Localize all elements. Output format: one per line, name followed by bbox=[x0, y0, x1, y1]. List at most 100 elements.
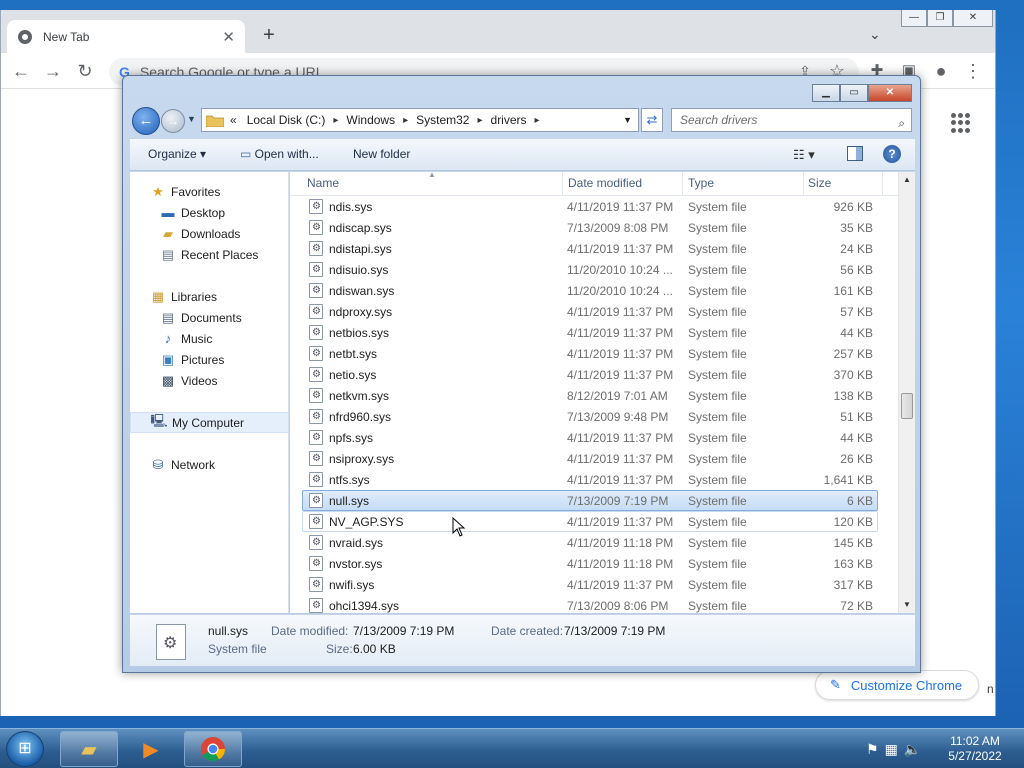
table-row[interactable]: ndiswan.sys 11/20/2010 10:24 ... System fi… bbox=[302, 280, 878, 301]
back-arrow-icon[interactable]: ← bbox=[9, 59, 33, 83]
action-center-icon[interactable]: ⚑ bbox=[866, 741, 885, 757]
nav-music[interactable]: ♪ Music bbox=[130, 328, 289, 349]
address-bar[interactable]: « Local Disk (C:) ▸ Windows ▸ System32 ▸… bbox=[201, 108, 639, 132]
explorer-close-button[interactable]: ✕ bbox=[868, 84, 912, 102]
search-icon[interactable]: ⌕ bbox=[898, 112, 905, 134]
table-row[interactable]: nwifi.sys 4/11/2019 11:37 PM System file 31… bbox=[302, 574, 878, 595]
file-type: System file bbox=[688, 200, 747, 214]
breadcrumb-separator-icon[interactable]: ▸ bbox=[403, 115, 408, 126]
table-row[interactable]: ndistapi.sys 4/11/2019 11:37 PM System fil… bbox=[302, 238, 878, 259]
breadcrumb-overflow[interactable]: « bbox=[230, 113, 237, 127]
details-size-label: Size: bbox=[326, 642, 353, 656]
breadcrumb-drivers[interactable]: drivers bbox=[491, 113, 527, 127]
new-folder-button[interactable]: New folder bbox=[353, 147, 410, 161]
chrome-menu-icon[interactable]: ⋮ bbox=[961, 59, 985, 83]
table-row[interactable]: ndisuio.sys 11/20/2010 10:24 ... System fi… bbox=[302, 259, 878, 280]
table-row[interactable]: netkvm.sys 8/12/2019 7:01 AM System file 13… bbox=[302, 385, 878, 406]
details-file-type: System file bbox=[208, 642, 267, 656]
table-row[interactable]: nvstor.sys 4/11/2019 11:18 PM System file 1… bbox=[302, 553, 878, 574]
taskbar-chrome-button[interactable] bbox=[184, 731, 242, 767]
reload-icon[interactable]: ↻ bbox=[73, 59, 97, 83]
chrome-minimize-button[interactable]: — bbox=[901, 10, 927, 27]
table-row[interactable]: netio.sys 4/11/2019 11:37 PM System file 37… bbox=[302, 364, 878, 385]
column-divider[interactable] bbox=[562, 172, 563, 196]
history-dropdown-icon[interactable]: ▼ bbox=[187, 114, 196, 124]
nav-libraries[interactable]: ▦ Libraries bbox=[130, 286, 289, 307]
column-divider[interactable] bbox=[803, 172, 804, 196]
breadcrumb-separator-icon[interactable]: ▸ bbox=[535, 115, 540, 126]
column-size[interactable]: Size bbox=[808, 176, 831, 190]
start-button[interactable]: ⊞ bbox=[6, 731, 44, 767]
table-row[interactable]: NV_AGP.SYS 4/11/2019 11:37 PM System file 1… bbox=[302, 511, 878, 532]
vertical-scrollbar[interactable]: ▲ ▼ bbox=[898, 172, 915, 613]
column-divider[interactable] bbox=[882, 172, 883, 196]
nav-documents[interactable]: ▤ Documents bbox=[130, 307, 289, 328]
refresh-button[interactable]: ⇄ bbox=[641, 108, 663, 132]
new-tab-button[interactable]: + bbox=[259, 24, 279, 48]
table-row[interactable]: netbt.sys 4/11/2019 11:37 PM System file 25… bbox=[302, 343, 878, 364]
table-row[interactable]: nsiproxy.sys 4/11/2019 11:37 PM System fil… bbox=[302, 448, 878, 469]
preview-pane-icon[interactable] bbox=[847, 146, 863, 161]
chrome-restore-button[interactable]: ❐ bbox=[927, 10, 953, 27]
table-row[interactable]: ndis.sys 4/11/2019 11:37 PM System file 926… bbox=[302, 196, 878, 217]
chrome-close-button[interactable]: ✕ bbox=[953, 10, 993, 27]
scroll-down-icon[interactable]: ▼ bbox=[899, 597, 915, 613]
organize-button[interactable]: Organize ▾ bbox=[148, 147, 206, 161]
table-row[interactable]: ohci1394.sys 7/13/2009 8:06 PM System file… bbox=[302, 595, 878, 613]
file-size: 57 KB bbox=[840, 305, 873, 319]
table-row[interactable]: null.sys 7/13/2009 7:19 PM System file 6 KB bbox=[302, 490, 878, 511]
explorer-maximize-button[interactable]: ▭ bbox=[840, 84, 868, 102]
network-status-icon[interactable]: ▦ bbox=[885, 741, 904, 757]
file-size: 35 KB bbox=[840, 221, 873, 235]
tab-title: New Tab bbox=[43, 29, 90, 44]
system-file-icon bbox=[309, 325, 323, 340]
tab-close-icon[interactable]: ✕ bbox=[222, 28, 235, 46]
table-row[interactable]: ndiscap.sys 7/13/2009 8:08 PM System file 3… bbox=[302, 217, 878, 238]
table-row[interactable]: netbios.sys 4/11/2019 11:37 PM System file… bbox=[302, 322, 878, 343]
explorer-window-controls: ▁ ▭ ✕ bbox=[812, 84, 912, 102]
profile-avatar-icon[interactable]: ● bbox=[929, 59, 953, 83]
system-file-icon bbox=[309, 346, 323, 361]
column-name[interactable]: Name bbox=[307, 176, 339, 190]
table-row[interactable]: nvraid.sys 4/11/2019 11:18 PM System file 1… bbox=[302, 532, 878, 553]
address-dropdown-icon[interactable]: ▼ bbox=[623, 115, 632, 125]
column-date-modified[interactable]: Date modified bbox=[568, 176, 642, 190]
taskbar-explorer-button[interactable]: ▰ bbox=[60, 731, 118, 767]
breadcrumb-system32[interactable]: System32 bbox=[416, 113, 469, 127]
clock[interactable]: 11:02 AM 5/27/2022 bbox=[944, 734, 1006, 764]
taskbar-media-player-button[interactable]: ▶ bbox=[122, 731, 180, 767]
nav-downloads[interactable]: ▰ Downloads bbox=[130, 223, 289, 244]
breadcrumb-separator-icon[interactable]: ▸ bbox=[477, 115, 482, 126]
help-icon[interactable]: ? bbox=[883, 145, 901, 163]
nav-recent-places[interactable]: ▤ Recent Places bbox=[130, 244, 289, 265]
forward-button[interactable]: → bbox=[161, 109, 185, 133]
table-row[interactable]: npfs.sys 4/11/2019 11:37 PM System file 44 … bbox=[302, 427, 878, 448]
scroll-up-icon[interactable]: ▲ bbox=[899, 172, 915, 188]
nav-my-computer[interactable]: 🖳 My Computer bbox=[130, 412, 289, 433]
table-row[interactable]: nfrd960.sys 7/13/2009 9:48 PM System file 5… bbox=[302, 406, 878, 427]
volume-icon[interactable]: 🔈 bbox=[904, 741, 927, 757]
nav-network[interactable]: ⛁ Network bbox=[130, 454, 289, 475]
nav-videos[interactable]: ▩ Videos bbox=[130, 370, 289, 391]
open-with-button[interactable]: ▭ Open with... bbox=[240, 147, 319, 161]
table-row[interactable]: ndproxy.sys 4/11/2019 11:37 PM System file… bbox=[302, 301, 878, 322]
column-divider[interactable] bbox=[682, 172, 683, 196]
breadcrumb-windows[interactable]: Windows bbox=[346, 113, 395, 127]
scrollbar-thumb[interactable] bbox=[901, 393, 913, 419]
nav-desktop[interactable]: ▬ Desktop bbox=[130, 202, 289, 223]
customize-chrome-button[interactable]: ✎ Customize Chrome bbox=[815, 670, 979, 700]
search-input[interactable]: Search drivers ⌕ bbox=[671, 108, 912, 132]
breadcrumb-separator-icon[interactable]: ▸ bbox=[333, 115, 338, 126]
tab-new-tab[interactable]: New Tab ✕ bbox=[7, 20, 245, 53]
nav-favorites[interactable]: ★ Favorites bbox=[130, 181, 289, 202]
tab-search-chevron-icon[interactable]: ⌄ bbox=[869, 26, 881, 43]
forward-arrow-icon[interactable]: → bbox=[41, 59, 65, 83]
change-view-icon[interactable]: ☷ ▾ bbox=[793, 147, 815, 163]
back-button[interactable]: ← bbox=[132, 107, 160, 135]
explorer-minimize-button[interactable]: ▁ bbox=[812, 84, 840, 102]
breadcrumb-local-disk[interactable]: Local Disk (C:) bbox=[247, 113, 326, 127]
nav-pictures[interactable]: ▣ Pictures bbox=[130, 349, 289, 370]
column-type[interactable]: Type bbox=[688, 176, 714, 190]
google-apps-icon[interactable] bbox=[951, 113, 971, 133]
table-row[interactable]: ntfs.sys 4/11/2019 11:37 PM System file 1,6… bbox=[302, 469, 878, 490]
